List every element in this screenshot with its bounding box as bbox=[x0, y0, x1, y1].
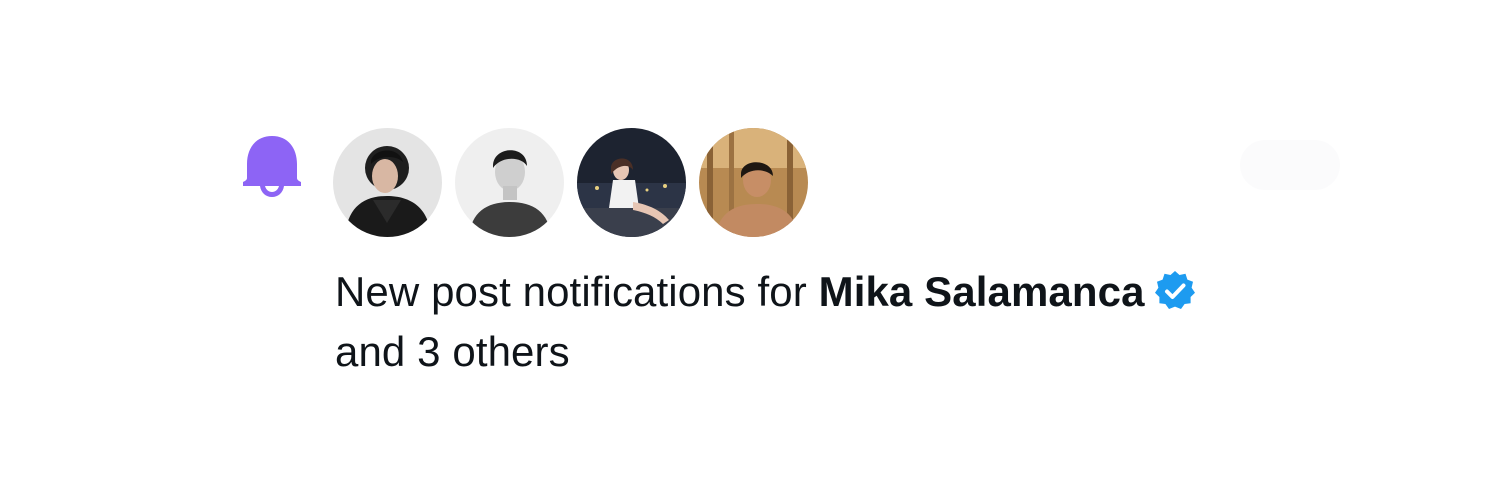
user-name[interactable]: Mika Salamanca bbox=[819, 268, 1145, 315]
notification-card[interactable]: New post notifications for Mika Salamanc… bbox=[0, 0, 1500, 499]
avatar[interactable] bbox=[699, 128, 808, 237]
message-suffix: and 3 others bbox=[335, 328, 570, 375]
avatar[interactable] bbox=[333, 128, 442, 237]
verified-badge-icon bbox=[1153, 269, 1197, 313]
avatar[interactable] bbox=[577, 128, 686, 237]
bell-icon bbox=[241, 134, 303, 198]
background-shape bbox=[1240, 140, 1340, 190]
avatar[interactable] bbox=[455, 128, 564, 237]
message-prefix: New post notifications for bbox=[335, 268, 807, 315]
avatar-group bbox=[333, 128, 808, 237]
notification-message[interactable]: New post notifications for Mika Salamanc… bbox=[335, 262, 1385, 382]
